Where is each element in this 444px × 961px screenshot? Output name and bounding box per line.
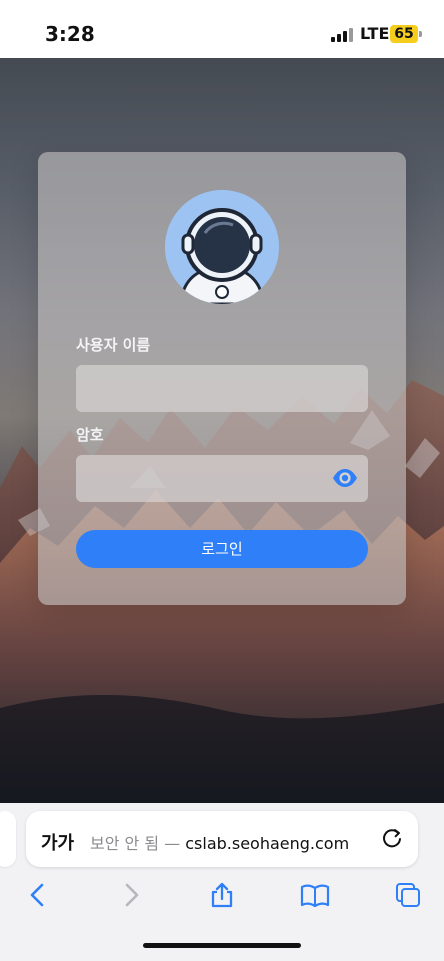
- signal-icon: [331, 26, 353, 42]
- safari-bottom-bar: 가가 보안 안 됨 — cslab.seohaeng.com: [0, 803, 444, 961]
- tabs-icon[interactable]: [394, 881, 422, 909]
- text-size-button[interactable]: 가가: [41, 829, 74, 855]
- home-indicator: [143, 943, 301, 948]
- eye-icon[interactable]: [332, 467, 358, 489]
- url-display[interactable]: 보안 안 됨 — cslab.seohaeng.com: [90, 830, 349, 854]
- network-label: LTE: [360, 24, 390, 43]
- username-label: 사용자 이름: [76, 336, 151, 354]
- status-bar: 3:28 LTE 65: [0, 0, 444, 58]
- previous-tab-preview[interactable]: [0, 811, 16, 867]
- status-time: 3:28: [45, 22, 95, 46]
- password-label: 암호: [76, 426, 104, 444]
- share-icon[interactable]: [208, 881, 236, 909]
- reload-icon[interactable]: [380, 827, 404, 851]
- battery-indicator: 65: [390, 25, 422, 43]
- bookmarks-icon[interactable]: [300, 881, 330, 909]
- site-url: cslab.seohaeng.com: [185, 834, 350, 853]
- username-field[interactable]: [76, 365, 368, 412]
- browser-toolbar: [0, 877, 444, 917]
- password-field[interactable]: [76, 455, 368, 502]
- not-secure-label: 보안 안 됨 —: [90, 834, 186, 853]
- login-card: 사용자 이름 암호 로그인: [38, 152, 406, 605]
- astronaut-avatar-icon: [165, 190, 279, 304]
- login-button[interactable]: 로그인: [76, 530, 368, 568]
- back-icon[interactable]: [24, 881, 52, 909]
- address-bar[interactable]: 가가 보안 안 됨 — cslab.seohaeng.com: [26, 811, 418, 867]
- forward-icon[interactable]: [117, 881, 145, 909]
